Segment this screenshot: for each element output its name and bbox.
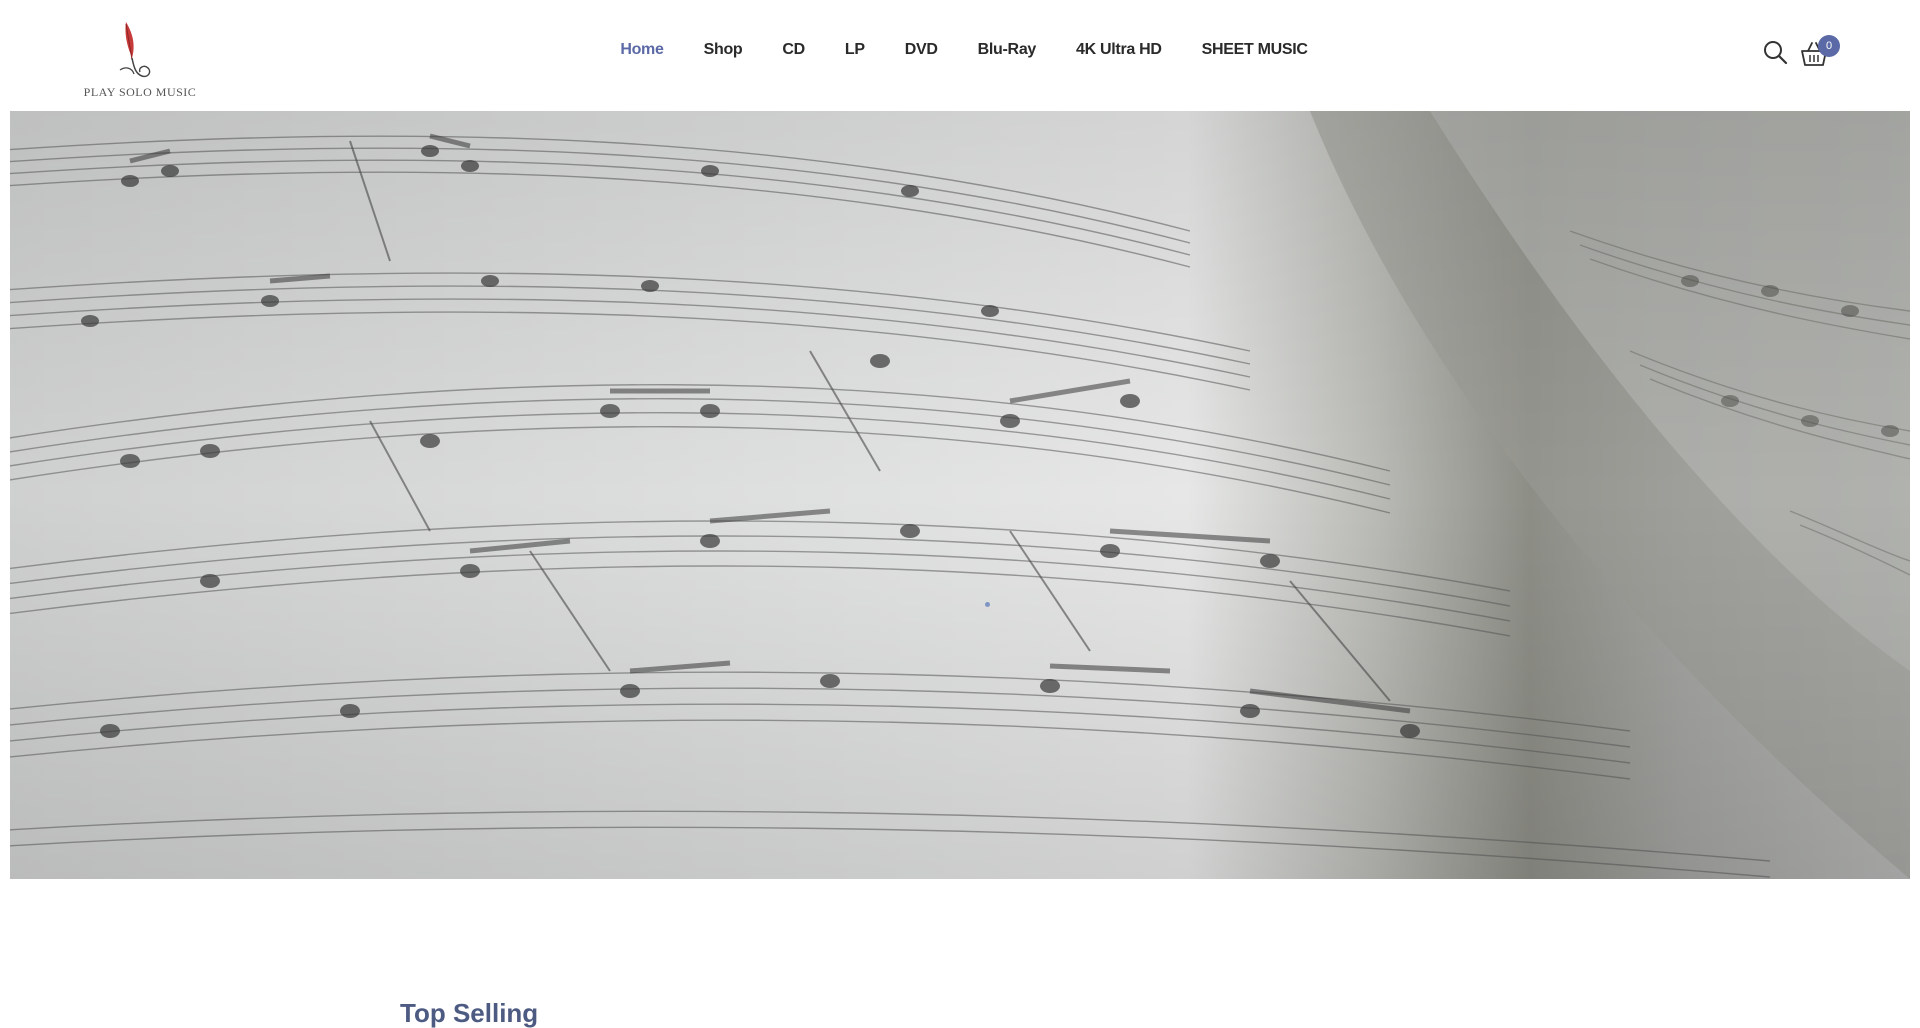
nav-item-home[interactable]: Home [600,37,683,63]
nav-item-blu-ray[interactable]: Blu-Ray [958,37,1056,63]
main-nav: Home Shop CD LP DVD Blu-Ray 4K Ultra HD … [0,37,1920,63]
hero-banner [10,111,1910,879]
logo-text: PLAY SOLO MUSIC [83,85,197,99]
nav-item-lp[interactable]: LP [825,37,885,63]
nav-item-cd[interactable]: CD [762,37,825,63]
sheet-music-image [10,111,1910,879]
nav-item-dvd[interactable]: DVD [885,37,958,63]
nav-item-sheet-music[interactable]: SHEET MUSIC [1182,37,1328,63]
site-header: PLAY SOLO MUSIC Home Shop CD LP DVD Blu-… [0,0,1920,111]
cart-count-badge: 0 [1818,35,1840,57]
nav-item-shop[interactable]: Shop [684,37,763,63]
search-icon[interactable] [1762,39,1788,65]
slider-indicator [985,602,990,607]
section-title: Top Selling [400,997,539,1028]
nav-item-4k-ultra-hd[interactable]: 4K Ultra HD [1056,37,1182,63]
